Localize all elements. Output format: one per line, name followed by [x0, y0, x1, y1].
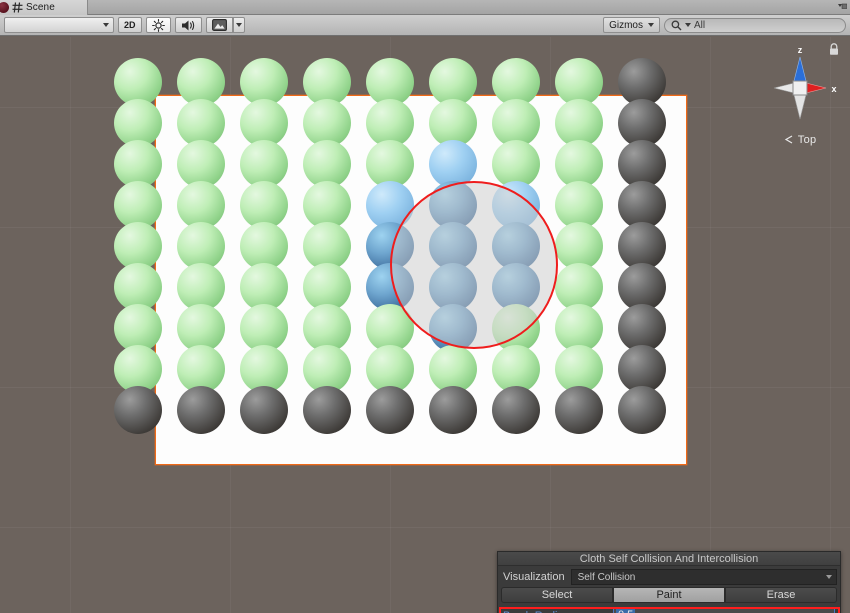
effects-group — [206, 17, 245, 33]
gizmo-label-x: x — [831, 84, 836, 94]
scene-orientation-gizmo[interactable]: z x Top — [758, 41, 842, 146]
unity-scene-window: Scene 2D — [0, 0, 850, 613]
cloth-self-collision-panel: Cloth Self Collision And Intercollision … — [497, 551, 841, 613]
visualization-value: Self Collision — [578, 572, 636, 583]
tab-scene[interactable]: Scene — [0, 0, 88, 15]
shading-mode-dropdown[interactable] — [4, 17, 114, 33]
view-mode-group: 2D — [118, 17, 142, 33]
brush-radius-label: Brush Radius — [503, 610, 613, 613]
cloth-particle[interactable] — [555, 386, 603, 434]
cloth-particle[interactable] — [177, 386, 225, 434]
chevron-down-icon — [648, 23, 654, 27]
toggle-2d-button[interactable]: 2D — [118, 17, 142, 33]
scene-hash-icon — [12, 2, 23, 13]
cloth-particle[interactable] — [114, 386, 162, 434]
brush-radius-input[interactable]: 0.5 — [613, 608, 835, 613]
cloth-particle[interactable] — [366, 386, 414, 434]
lighting-audio-group — [146, 17, 171, 33]
gizmos-label: Gizmos — [609, 20, 643, 31]
sun-icon — [152, 19, 165, 32]
search-input[interactable]: All — [694, 20, 705, 31]
gizmo-search-field[interactable]: All — [664, 18, 846, 33]
image-icon — [212, 19, 227, 31]
chevron-down-icon — [236, 23, 242, 27]
tool-segmented-control: Select Paint Erase — [501, 587, 837, 603]
tab-bar: Scene — [0, 0, 850, 15]
effects-toggle-button[interactable] — [206, 17, 233, 33]
grid-line-horizontal — [0, 527, 850, 528]
gizmos-dropdown-button[interactable]: Gizmos — [603, 17, 660, 33]
brush-radius-value: 0.5 — [616, 609, 635, 613]
scene-viewport[interactable]: z x Top — [0, 37, 850, 613]
cloth-particle[interactable] — [618, 386, 666, 434]
tab-scene-label: Scene — [26, 2, 55, 13]
visualization-dropdown[interactable]: Self Collision — [571, 569, 837, 585]
cloth-particle[interactable] — [492, 386, 540, 434]
audio-group — [175, 17, 202, 33]
visualization-row: Visualization Self Collision — [498, 566, 840, 586]
tool-select-button[interactable]: Select — [501, 587, 613, 603]
tab-bar-menu[interactable] — [838, 3, 847, 10]
paint-brush-circle — [390, 181, 558, 349]
persp-ortho-icon — [784, 135, 795, 144]
audio-toggle-button[interactable] — [175, 17, 202, 33]
tab-menu-icon[interactable] — [838, 3, 847, 10]
lock-icon[interactable] — [828, 43, 840, 56]
scene-toolbar: 2D — [0, 15, 850, 36]
search-filter-caret-icon[interactable] — [685, 23, 691, 27]
gizmo-view-label[interactable]: Top — [758, 134, 842, 146]
search-icon — [671, 20, 682, 31]
brush-radius-row: Brush Radius 0.5 — [503, 606, 835, 613]
tool-erase-button[interactable]: Erase — [725, 587, 837, 603]
gizmo-view-text: Top — [798, 134, 817, 146]
cloth-particle[interactable] — [429, 386, 477, 434]
panel-title: Cloth Self Collision And Intercollision — [498, 552, 840, 566]
gizmo-label-z: z — [798, 45, 803, 55]
visualization-label: Visualization — [503, 571, 565, 583]
cloth-particle[interactable] — [303, 386, 351, 434]
tool-paint-button[interactable]: Paint — [613, 587, 725, 603]
chevron-down-icon — [103, 23, 109, 27]
cloth-particle[interactable] — [240, 386, 288, 434]
effects-dropdown-button[interactable] — [233, 17, 245, 33]
chevron-down-icon — [826, 575, 832, 579]
scene-dot-icon — [0, 2, 9, 13]
lighting-toggle-button[interactable] — [146, 17, 171, 33]
speaker-icon — [181, 19, 196, 32]
